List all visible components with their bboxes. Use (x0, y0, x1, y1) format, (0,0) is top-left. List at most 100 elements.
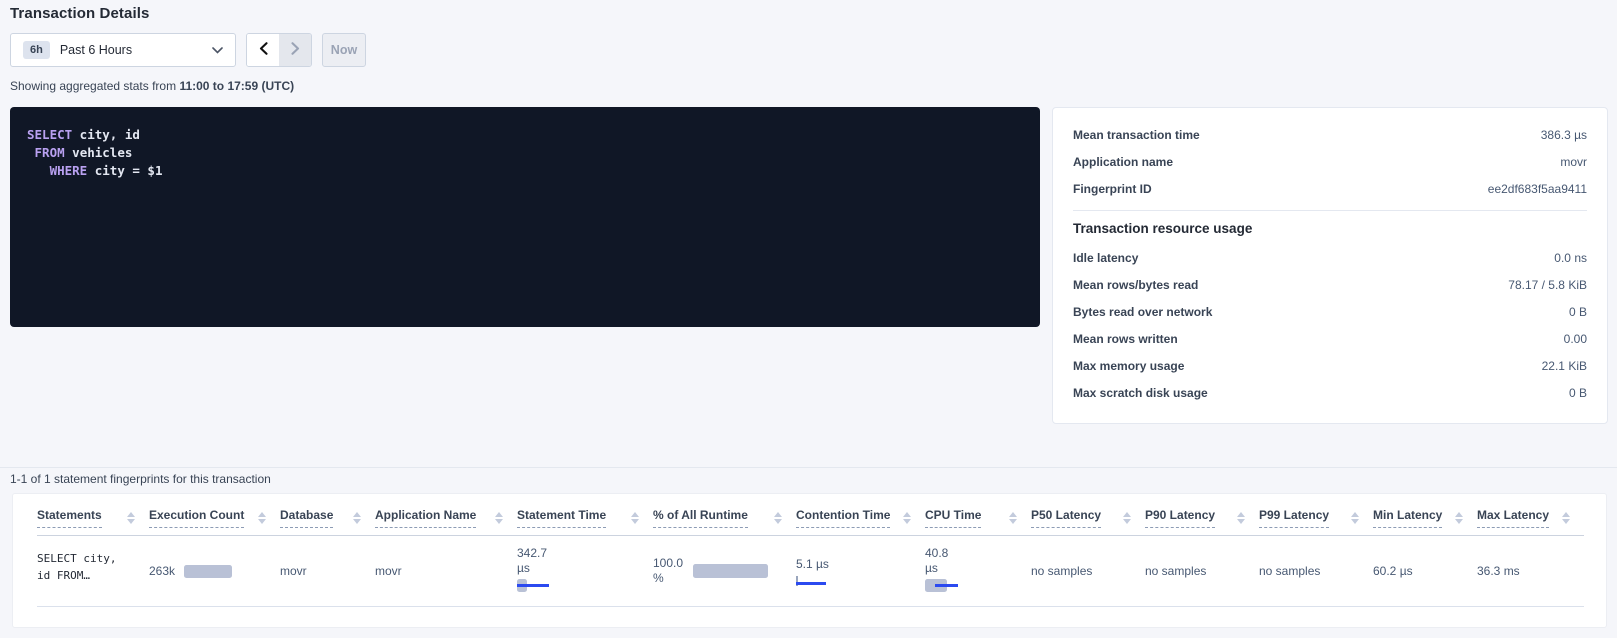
column-header-min-latency[interactable]: Min Latency (1373, 494, 1477, 536)
sort-arrows-icon[interactable] (1237, 512, 1245, 524)
sort-arrows-icon[interactable] (1351, 512, 1359, 524)
summary-label: Mean rows written (1073, 332, 1178, 346)
column-label: P50 Latency (1031, 508, 1101, 528)
summary-row: Mean transaction time 386.3 µs (1073, 121, 1587, 148)
resource-rows: Idle latency 0.0 ns Mean rows/bytes read78… (1073, 244, 1587, 406)
summary-value: 0.0 ns (1554, 251, 1587, 265)
chevron-right-icon (291, 42, 300, 58)
sort-arrows-icon[interactable] (631, 512, 639, 524)
now-button[interactable]: Now (322, 33, 366, 67)
summary-value: ee2df683f5aa9411 (1488, 182, 1587, 196)
sort-arrows-icon[interactable] (1123, 512, 1131, 524)
summary-value: movr (1560, 155, 1587, 169)
transaction-summary-panel: Mean transaction time386.3 µsApplication… (1052, 107, 1608, 424)
summary-value: 78.17 / 5.8 KiB (1508, 278, 1587, 292)
statements-table-card: Statements Execution Count Database Applica… (12, 493, 1607, 628)
summary-label: Bytes read over network (1073, 305, 1212, 319)
column-header-execution-count[interactable]: Execution Count (149, 494, 280, 536)
column-label: Statements (37, 508, 102, 528)
column-label: Application Name (375, 508, 476, 528)
sort-arrows-icon[interactable] (127, 512, 135, 524)
summary-divider (1073, 210, 1587, 211)
summary-row: Mean rows/bytes read78.17 / 5.8 KiB (1073, 271, 1587, 298)
column-header-cpu-time[interactable]: CPU Time (925, 494, 1031, 536)
time-range-label: Past 6 Hours (60, 43, 212, 57)
p50-latency-cell: no samples (1031, 536, 1145, 607)
prev-range-button[interactable] (247, 34, 279, 66)
execution-count-cell: 263k (149, 564, 280, 578)
min-latency-cell: 60.2 µs (1373, 536, 1477, 607)
column-header-p99-latency[interactable]: P99 Latency (1259, 494, 1373, 536)
summary-label: Mean transaction time (1073, 128, 1200, 142)
summary-label: Max memory usage (1073, 359, 1184, 373)
column-header-application-name[interactable]: Application Name (375, 494, 517, 536)
caption-range: 11:00 to 17:59 (UTC) (179, 79, 294, 93)
p99-latency-cell: no samples (1259, 536, 1373, 607)
application-name-cell: movr (375, 536, 517, 607)
sort-arrows-icon[interactable] (353, 512, 361, 524)
summary-value: 0.00 (1564, 332, 1587, 346)
time-range-dropdown[interactable]: 6h Past 6 Hours (10, 33, 236, 67)
column-header-max-latency[interactable]: Max Latency (1477, 494, 1584, 536)
summary-value: 22.1 KiB (1542, 359, 1587, 373)
section-divider (0, 467, 1617, 468)
table-row: SELECT city,id FROM… 263k movr movr 342.… (37, 536, 1584, 607)
sort-arrows-icon[interactable] (258, 512, 266, 524)
page-title: Transaction Details (10, 5, 149, 22)
column-header-statements[interactable]: Statements (37, 494, 149, 536)
column-label: P99 Latency (1259, 508, 1329, 528)
summary-value: 386.3 µs (1541, 128, 1587, 142)
caption-prefix: Showing aggregated stats from (10, 79, 179, 93)
column-label: Database (280, 508, 333, 528)
contention-time-cell: 5.1 µs (796, 546, 925, 586)
summary-label: Idle latency (1073, 251, 1138, 265)
p90-latency-cell: no samples (1145, 536, 1259, 607)
contention-line (796, 582, 826, 585)
execution-count-value: 263k (149, 564, 175, 578)
column-header-p90-latency[interactable]: P90 Latency (1145, 494, 1259, 536)
resource-usage-heading: Transaction resource usage (1073, 221, 1587, 236)
column-label: % of All Runtime (653, 508, 748, 528)
pct-runtime-cell: 100.0 % (653, 556, 796, 586)
sql-statement-card: SELECT city, id FROM vehicles WHERE city… (10, 107, 1040, 327)
column-label: Min Latency (1373, 508, 1442, 528)
column-label: P90 Latency (1145, 508, 1215, 528)
column-header-database[interactable]: Database (280, 494, 375, 536)
sql-code: SELECT city, id FROM vehicles WHERE city… (27, 126, 1023, 180)
sort-arrows-icon[interactable] (774, 512, 782, 524)
sort-arrows-icon[interactable] (495, 512, 503, 524)
column-label: Statement Time (517, 508, 606, 528)
statement-link[interactable]: SELECT city,id FROM… (37, 546, 116, 584)
next-range-button[interactable] (279, 34, 311, 66)
summary-row: Fingerprint IDee2df683f5aa9411 (1073, 175, 1587, 202)
sort-arrows-icon[interactable] (903, 512, 911, 524)
sort-arrows-icon[interactable] (1455, 512, 1463, 524)
statement-time-line (517, 584, 549, 587)
table-header-row: Statements Execution Count Database Applica… (37, 494, 1584, 536)
statement-time-cell: 342.7 µs (517, 546, 653, 592)
chevron-down-icon (212, 41, 223, 59)
column-header--of-all-runtime[interactable]: % of All Runtime (653, 494, 796, 536)
time-range-badge: 6h (23, 41, 50, 59)
sort-arrows-icon[interactable] (1562, 512, 1570, 524)
column-label: Contention Time (796, 508, 890, 528)
database-cell: movr (280, 536, 375, 607)
column-header-p50-latency[interactable]: P50 Latency (1031, 494, 1145, 536)
pct-runtime-bar (693, 564, 768, 578)
column-header-contention-time[interactable]: Contention Time (796, 494, 925, 536)
chevron-left-icon (259, 42, 268, 58)
cpu-time-cell: 40.8 µs (925, 546, 1031, 592)
column-label: Max Latency (1477, 508, 1549, 528)
execution-count-bar (184, 565, 232, 578)
summary-value: 0 B (1569, 386, 1587, 400)
summary-row: Idle latency 0.0 ns (1073, 244, 1587, 271)
column-label: Execution Count (149, 508, 244, 528)
cpu-time-line (935, 584, 958, 587)
column-header-statement-time[interactable]: Statement Time (517, 494, 653, 536)
summary-label: Max scratch disk usage (1073, 386, 1208, 400)
statements-table: Statements Execution Count Database Applica… (37, 494, 1584, 607)
aggregated-stats-caption: Showing aggregated stats from 11:00 to 1… (10, 79, 294, 93)
fingerprints-caption: 1-1 of 1 statement fingerprints for this… (10, 472, 271, 486)
summary-value: 0 B (1569, 305, 1587, 319)
sort-arrows-icon[interactable] (1009, 512, 1017, 524)
